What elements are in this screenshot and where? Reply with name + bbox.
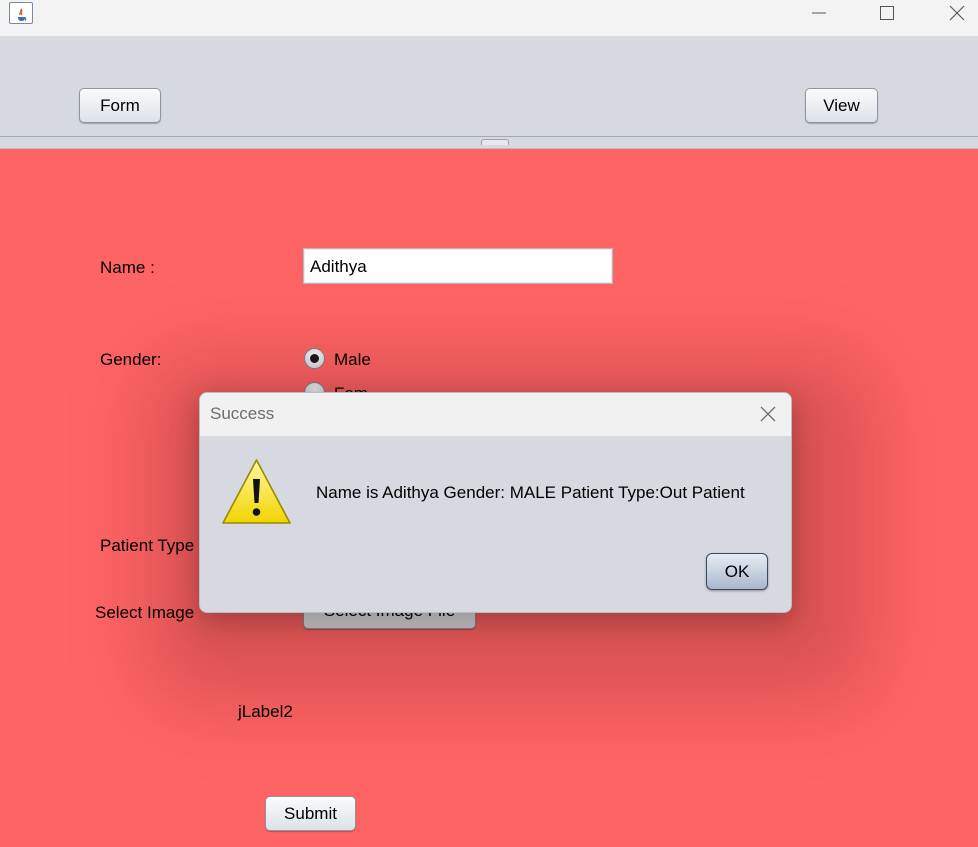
split-pane-divider[interactable] <box>0 136 978 149</box>
image-preview-label: jLabel2 <box>238 702 293 721</box>
close-button[interactable] <box>934 0 978 30</box>
top-panel: Form View <box>0 36 978 137</box>
success-dialog: Success Name is Adithya Gender: MALE Pat… <box>199 392 792 613</box>
name-input[interactable]: Adithya <box>303 248 613 284</box>
dialog-title: Success <box>210 404 275 423</box>
submit-button[interactable]: Submit <box>265 796 356 831</box>
maximize-button[interactable] <box>864 0 910 30</box>
java-app-icon <box>9 2 33 24</box>
dialog-message: Name is Adithya Gender: MALE Patient Typ… <box>316 483 745 502</box>
ok-button[interactable]: OK <box>706 553 768 590</box>
view-button[interactable]: View <box>805 88 878 123</box>
divider-grip-handle[interactable] <box>481 139 509 145</box>
form-button[interactable]: Form <box>79 88 161 123</box>
warning-icon <box>220 457 293 527</box>
minimize-button[interactable] <box>796 0 842 30</box>
dialog-close-icon[interactable] <box>757 403 779 425</box>
name-label: Name : <box>100 258 155 277</box>
gender-label: Gender: <box>100 350 162 369</box>
dialog-titlebar: Success <box>200 393 791 436</box>
window-titlebar <box>0 0 978 36</box>
